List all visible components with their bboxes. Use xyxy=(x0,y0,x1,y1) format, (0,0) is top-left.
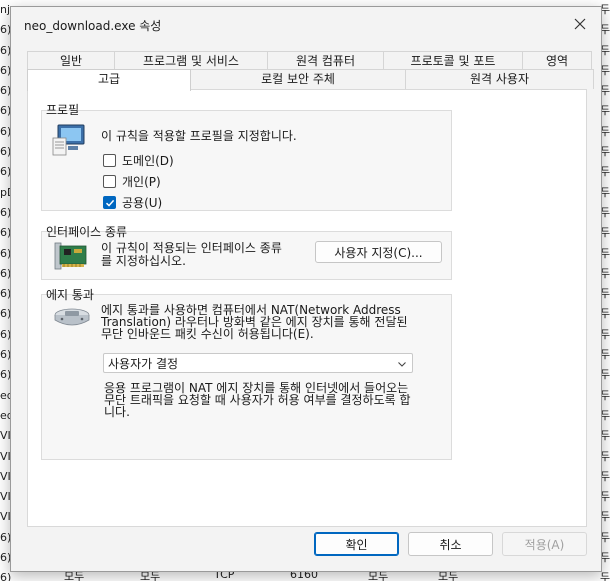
tab-general[interactable]: 일반 xyxy=(27,51,115,71)
edge-traversal-group-label: 에지 통과 xyxy=(46,288,94,302)
public-checkbox[interactable] xyxy=(103,196,116,209)
interface-types-description-line1: 이 규칙이 적용되는 인터페이스 종류 xyxy=(101,241,282,255)
bg-bottom-cell: 6160 xyxy=(290,572,318,581)
profile-private-option[interactable]: 개인(P) xyxy=(103,173,161,190)
profiles-group-label: 프로필 xyxy=(46,103,80,117)
bg-bottom-cell: 모두 xyxy=(438,572,459,581)
tab-remote-users[interactable]: 원격 사용자 xyxy=(405,69,594,89)
edge-traversal-select[interactable]: 사용자가 결정 xyxy=(103,353,413,373)
bg-bottom-cell: TCP xyxy=(214,572,235,581)
domain-label: 도메인(D) xyxy=(122,154,174,168)
customize-interfaces-button[interactable]: 사용자 지정(C)... xyxy=(315,241,442,263)
public-label: 공용(U) xyxy=(122,196,163,210)
interface-types-description-line2: 를 지정하십시오. xyxy=(101,254,186,268)
tab-protocols-ports[interactable]: 프로토콜 및 포트 xyxy=(383,51,523,71)
profiles-description: 이 규칙을 적용할 프로필을 지정합니다. xyxy=(101,129,297,143)
close-button[interactable] xyxy=(569,13,591,35)
tab-local-principals[interactable]: 로컬 보안 주체 xyxy=(190,69,406,89)
tab-row-top: 일반 프로그램 및 서비스 원격 컴퓨터 프로토콜 및 포트 영역 xyxy=(27,51,592,71)
dialog-title: neo_download.exe 속성 xyxy=(24,19,162,33)
edge-description-line3: 무단 인바운드 패킷 수신이 허용됩니다(E). xyxy=(101,327,314,341)
domain-checkbox[interactable] xyxy=(103,154,116,167)
tab-advanced[interactable]: 고급 xyxy=(27,69,191,91)
edge-help-line2: 무단 트래픽을 요청할 때 사용자가 허용 여부를 결정하도록 합 xyxy=(104,393,411,407)
profile-public-option[interactable]: 공용(U) xyxy=(103,194,162,211)
tab-remote-computers[interactable]: 원격 컴퓨터 xyxy=(267,51,384,71)
bg-bottom-cell: 모두 xyxy=(368,572,389,581)
properties-dialog: neo_download.exe 속성 일반 프로그램 및 서비스 원격 컴퓨터… xyxy=(10,6,602,572)
private-label: 개인(P) xyxy=(122,175,161,189)
tab-row-bottom: 고급 로컬 보안 주체 원격 사용자 xyxy=(27,69,594,91)
advanced-tab-panel: 프로필 이 규칙을 적용할 프로필을 지정합니다. 도메인(D) 개인(P) 공… xyxy=(27,89,587,527)
tab-scope[interactable]: 영역 xyxy=(522,51,592,71)
chevron-down-icon xyxy=(398,362,406,367)
interface-types-group-label: 인터페이스 종류 xyxy=(46,225,128,239)
edge-help-line3: 니다. xyxy=(104,405,130,419)
network-card-icon xyxy=(54,240,88,272)
title-bar[interactable]: neo_download.exe 속성 xyxy=(11,7,601,39)
bg-bottom-cell: 모두 xyxy=(140,572,161,581)
ok-button[interactable]: 확인 xyxy=(314,532,399,556)
tab-programs-services[interactable]: 프로그램 및 서비스 xyxy=(114,51,268,71)
edge-traversal-selected-value: 사용자가 결정 xyxy=(108,356,179,371)
edge-traversal-icon xyxy=(53,306,91,330)
close-icon xyxy=(574,18,586,30)
background-window-bottom-row: 모두 모두 TCP 6160 모두 모두 xyxy=(0,572,610,581)
bg-bottom-cell: 모두 xyxy=(64,572,85,581)
profile-computer-icon xyxy=(52,124,88,156)
apply-button[interactable]: 적용(A) xyxy=(502,532,587,556)
checkmark-icon xyxy=(105,199,114,207)
cancel-button[interactable]: 취소 xyxy=(408,532,493,556)
profile-domain-option[interactable]: 도메인(D) xyxy=(103,152,174,169)
private-checkbox[interactable] xyxy=(103,175,116,188)
